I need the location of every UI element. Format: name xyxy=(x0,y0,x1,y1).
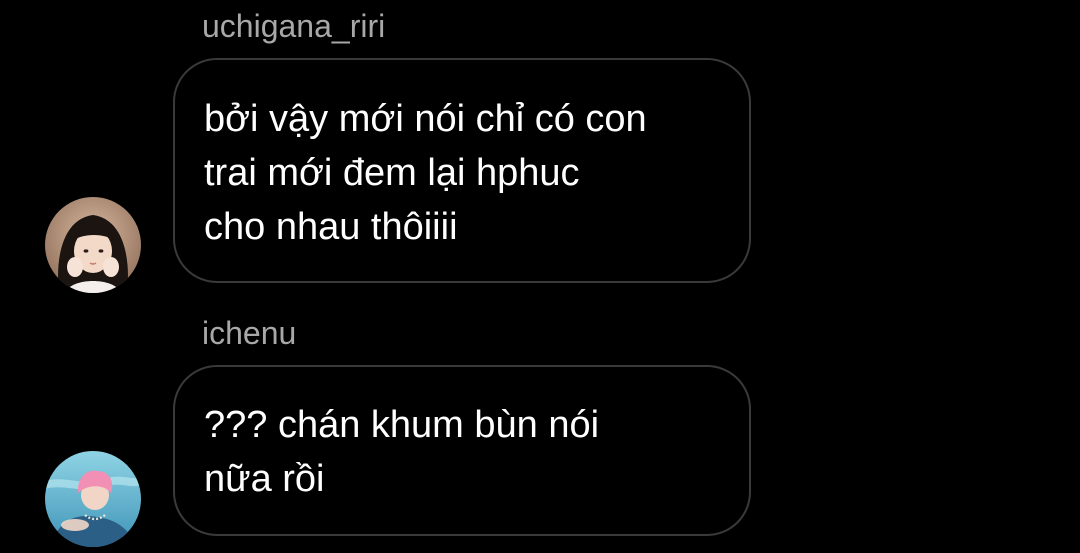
pink-hair-boy-avatar-icon xyxy=(45,451,141,547)
avatar[interactable] xyxy=(45,451,141,547)
message-thread: uchigana_riri bởi vậy mới nói chỉ có con… xyxy=(0,0,1080,553)
message-bubble[interactable]: bởi vậy mới nói chỉ có con trai mới đem … xyxy=(173,58,751,283)
message-text: ??? chán khum bùn nói nữa rồi xyxy=(204,404,600,500)
girl-portrait-avatar-icon xyxy=(45,197,141,293)
message-group-ichenu: ichenu ??? chán khum bùn nói nữa rồi xyxy=(0,300,1080,553)
avatar[interactable] xyxy=(45,197,141,293)
message-bubble[interactable]: ??? chán khum bùn nói nữa rồi xyxy=(173,365,751,536)
sender-name[interactable]: ichenu xyxy=(202,313,296,353)
sender-name[interactable]: uchigana_riri xyxy=(202,6,385,46)
message-group-uchigana-riri: uchigana_riri bởi vậy mới nói chỉ có con… xyxy=(0,0,1080,300)
message-text: bởi vậy mới nói chỉ có con trai mới đem … xyxy=(204,98,647,248)
